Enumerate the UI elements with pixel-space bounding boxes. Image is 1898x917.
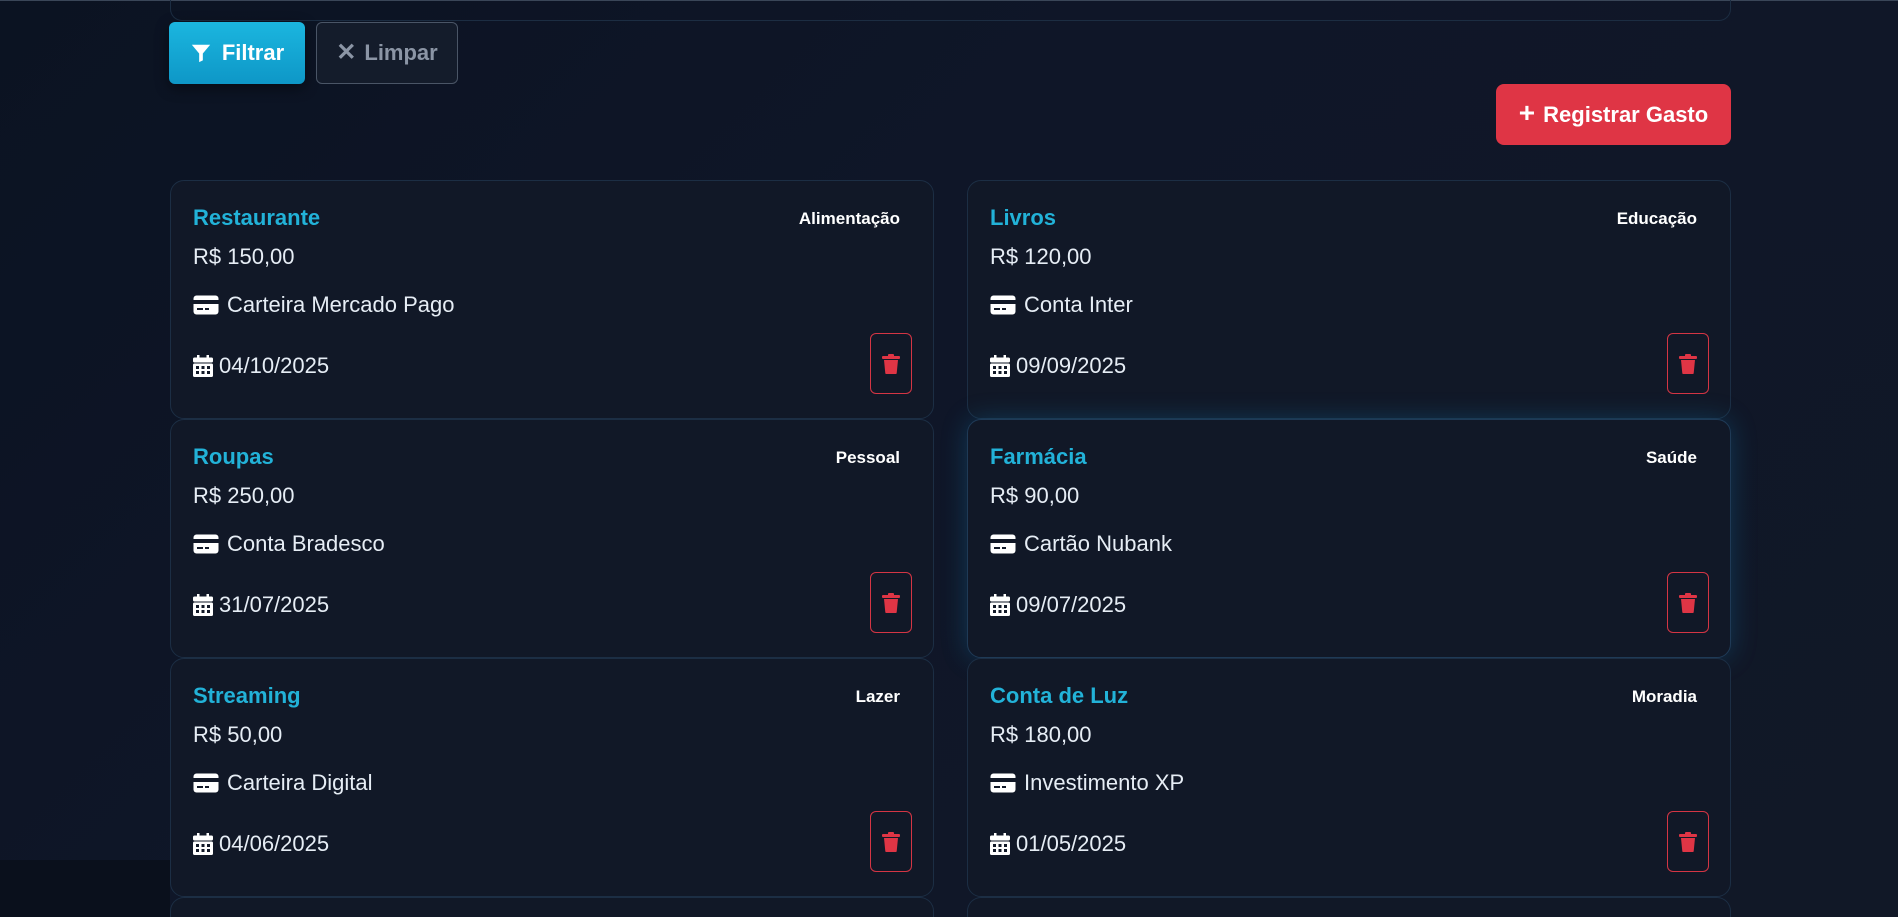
trash-icon (882, 592, 900, 613)
filter-button[interactable]: Filtrar (169, 22, 305, 84)
category-badge: Pessoal (835, 448, 900, 467)
delete-button[interactable] (870, 333, 912, 394)
expense-card: Livros Educação R$ 120,00 Conta Inter 09… (967, 180, 1731, 419)
delete-button[interactable] (1667, 811, 1709, 872)
expense-card: Restaurante Alimentação R$ 150,00 Cartei… (170, 180, 934, 419)
expense-title: Livros (990, 205, 1057, 230)
expense-title: Conta de Luz (990, 683, 1129, 708)
expense-amount: R$ 250,00 (193, 483, 295, 508)
date-value: 31/07/2025 (219, 592, 330, 617)
calendar-icon (193, 355, 213, 377)
delete-button[interactable] (1667, 333, 1709, 394)
date-value: 01/05/2025 (1016, 831, 1127, 856)
trash-icon (882, 831, 900, 852)
plus-icon: + (1518, 97, 1536, 128)
expense-title: Streaming (193, 683, 301, 708)
account-name: Carteira Mercado Pago (227, 292, 455, 317)
sidebar-footer-band (0, 860, 170, 917)
trash-icon (1679, 831, 1697, 852)
expense-date: 31/07/2025 (193, 592, 329, 618)
expense-date: 01/05/2025 (990, 831, 1126, 857)
filter-panel (170, 0, 1731, 21)
register-expense-label: Registrar Gasto (1543, 101, 1709, 127)
expense-date: 04/10/2025 (193, 353, 329, 379)
date-value: 09/07/2025 (1016, 592, 1127, 617)
expense-account: Conta Bradesco (193, 531, 385, 557)
expense-account: Conta Inter (990, 292, 1133, 318)
date-value: 04/06/2025 (219, 831, 330, 856)
close-icon: ✕ (336, 39, 357, 66)
expense-amount: R$ 180,00 (990, 722, 1092, 747)
trash-icon (1679, 592, 1697, 613)
filter-icon (190, 42, 212, 64)
account-name: Investimento XP (1024, 770, 1185, 795)
clear-button-label: Limpar (364, 40, 438, 65)
credit-card-icon (990, 295, 1016, 315)
expense-title: Restaurante (193, 205, 321, 230)
category-badge: Alimentação (798, 209, 900, 228)
expense-amount: R$ 50,00 (193, 722, 283, 747)
expense-amount: R$ 90,00 (990, 483, 1080, 508)
expense-card-partial (967, 897, 1731, 917)
expense-account: Cartão Nubank (990, 531, 1172, 557)
delete-button[interactable] (1667, 572, 1709, 633)
expense-card: Roupas Pessoal R$ 250,00 Conta Bradesco … (170, 419, 934, 658)
date-value: 09/09/2025 (1016, 353, 1127, 378)
filter-button-label: Filtrar (221, 40, 285, 65)
trash-icon (882, 353, 900, 374)
register-expense-button[interactable]: + Registrar Gasto (1496, 84, 1731, 145)
account-name: Conta Bradesco (227, 531, 385, 556)
trash-icon (1679, 353, 1697, 374)
expense-account: Carteira Digital (193, 770, 373, 796)
calendar-icon (990, 594, 1010, 616)
account-name: Cartão Nubank (1024, 531, 1172, 556)
category-badge: Lazer (855, 687, 900, 706)
expense-amount: R$ 120,00 (990, 244, 1092, 269)
calendar-icon (193, 594, 213, 616)
expenses-page: Filtrar ✕ Limpar + Registrar Gasto Resta… (0, 0, 1898, 917)
calendar-icon (990, 355, 1010, 377)
expense-amount: R$ 150,00 (193, 244, 295, 269)
expense-date: 09/09/2025 (990, 353, 1126, 379)
expense-card: Streaming Lazer R$ 50,00 Carteira Digita… (170, 658, 934, 897)
calendar-icon (193, 833, 213, 855)
category-badge: Educação (1616, 209, 1697, 228)
credit-card-icon (193, 773, 219, 793)
date-value: 04/10/2025 (219, 353, 330, 378)
account-name: Conta Inter (1024, 292, 1133, 317)
account-name: Carteira Digital (227, 770, 373, 795)
expense-account: Investimento XP (990, 770, 1184, 796)
calendar-icon (990, 833, 1010, 855)
clear-button[interactable]: ✕ Limpar (316, 22, 458, 84)
expense-date: 04/06/2025 (193, 831, 329, 857)
credit-card-icon (193, 534, 219, 554)
expense-card: Farmácia Saúde R$ 90,00 Cartão Nubank 09… (967, 419, 1731, 658)
delete-button[interactable] (870, 572, 912, 633)
expense-card: Conta de Luz Moradia R$ 180,00 Investime… (967, 658, 1731, 897)
expense-date: 09/07/2025 (990, 592, 1126, 618)
expense-card-partial (170, 897, 934, 917)
category-badge: Saúde (1645, 448, 1697, 467)
credit-card-icon (990, 534, 1016, 554)
delete-button[interactable] (870, 811, 912, 872)
credit-card-icon (990, 773, 1016, 793)
expense-account: Carteira Mercado Pago (193, 292, 454, 318)
category-badge: Moradia (1631, 687, 1697, 706)
expense-title: Farmácia (990, 444, 1087, 469)
expense-title: Roupas (193, 444, 274, 469)
credit-card-icon (193, 295, 219, 315)
